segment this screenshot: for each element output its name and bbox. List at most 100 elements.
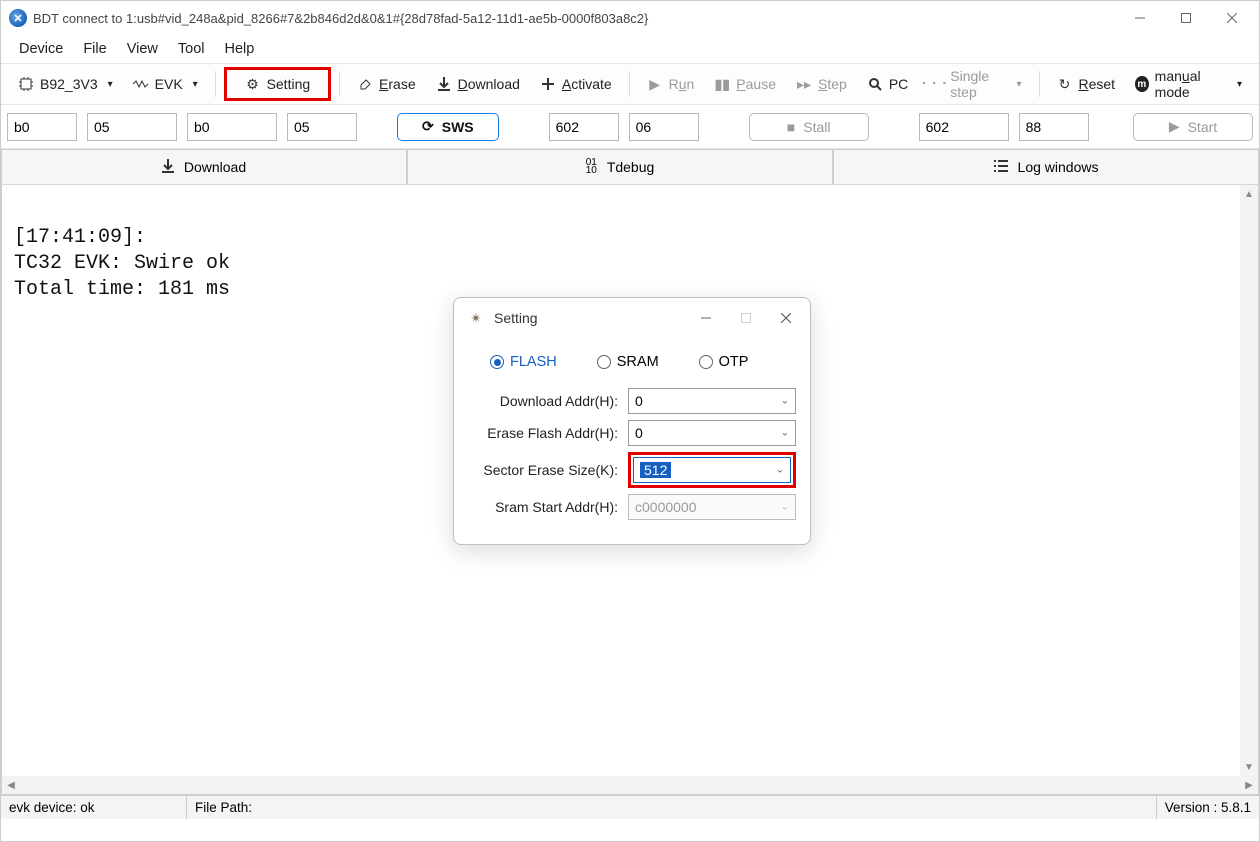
setting-label: Setting — [267, 76, 311, 92]
combo-download-addr[interactable]: 0⌄ — [628, 388, 796, 414]
dialog-maximize-button — [726, 303, 766, 333]
scroll-left-icon[interactable]: ◀ — [2, 776, 20, 794]
combo-sector-size[interactable]: 512⌄ — [633, 457, 791, 483]
highlight-box: 512⌄ — [628, 452, 796, 488]
radio-dot-icon — [699, 355, 713, 369]
scroll-up-icon[interactable]: ▲ — [1240, 185, 1258, 203]
radio-sram-label: SRAM — [617, 354, 659, 370]
chevron-down-icon: ▾ — [108, 79, 113, 90]
window-title: BDT connect to 1:usb#vid_248a&pid_8266#7… — [33, 11, 1117, 26]
download-button[interactable]: Download — [427, 71, 529, 97]
maximize-button[interactable] — [1163, 3, 1209, 33]
chevron-down-icon: ▾ — [1017, 79, 1022, 90]
tabs: Download 0110 Tdebug Log windows — [1, 149, 1259, 185]
menu-file[interactable]: File — [73, 37, 116, 61]
chip-select[interactable]: B92_3V3 ▾ — [9, 71, 122, 97]
reset-icon: ↻ — [1056, 76, 1072, 92]
dialog-close-button[interactable] — [766, 303, 806, 333]
separator — [339, 71, 340, 97]
label-sram-addr: Sram Start Addr(H): — [468, 499, 618, 515]
search-icon — [867, 76, 883, 92]
radio-flash[interactable]: FLASH — [490, 354, 557, 370]
activate-button[interactable]: Activate — [531, 71, 621, 97]
combo-erase-addr[interactable]: 0⌄ — [628, 420, 796, 446]
setting-dialog: ✴ Setting FLASH SRAM OTP Download Addr(H… — [453, 297, 811, 545]
minimize-button[interactable] — [1117, 3, 1163, 33]
close-button[interactable] — [1209, 3, 1255, 33]
input-h[interactable] — [1019, 113, 1089, 141]
separator — [1039, 71, 1040, 97]
input-c[interactable] — [187, 113, 277, 141]
list-icon — [994, 159, 1008, 175]
play-icon: ▶ — [1169, 118, 1180, 135]
download-icon — [436, 76, 452, 92]
radio-otp[interactable]: OTP — [699, 354, 749, 370]
tab-log[interactable]: Log windows — [833, 149, 1259, 184]
run-button[interactable]: ▶ Run — [638, 71, 704, 97]
dialog-minimize-button[interactable] — [686, 303, 726, 333]
pc-button[interactable]: PC — [858, 71, 917, 97]
horizontal-scrollbar[interactable]: ◀ ▶ — [2, 776, 1258, 794]
chevron-down-icon: ⌄ — [781, 502, 789, 513]
pc-label: PC — [889, 76, 908, 92]
manual-mode-select[interactable]: m manual mode ▾ — [1126, 63, 1251, 105]
separator — [215, 71, 216, 97]
chevron-down-icon: ⌄ — [781, 396, 789, 407]
gear-icon: ⚙ — [245, 76, 261, 92]
input-row: ⟳ SWS ■ Stall ▶ Start — [1, 105, 1259, 149]
manual-label: manual mode — [1155, 68, 1227, 100]
stall-label: Stall — [803, 119, 830, 135]
sws-button[interactable]: ⟳ SWS — [397, 113, 499, 141]
wave-icon — [133, 76, 149, 92]
radio-flash-label: FLASH — [510, 354, 557, 370]
radio-sram[interactable]: SRAM — [597, 354, 659, 370]
combo-value: c0000000 — [635, 499, 697, 515]
single-step-button[interactable]: ⠂⠂⠂ Single step ▾ — [919, 63, 1030, 105]
erase-icon — [357, 76, 373, 92]
dialog-body: FLASH SRAM OTP Download Addr(H): 0⌄ Eras… — [454, 338, 810, 544]
input-e[interactable] — [549, 113, 619, 141]
evk-select[interactable]: EVK ▾ — [124, 71, 207, 97]
input-b[interactable] — [87, 113, 177, 141]
scroll-right-icon[interactable]: ▶ — [1240, 776, 1258, 794]
label-erase-addr: Erase Flash Addr(H): — [468, 425, 618, 441]
play-icon: ▶ — [647, 76, 663, 92]
pause-icon: ▮▮ — [714, 76, 730, 92]
label-sector-size: Sector Erase Size(K): — [468, 462, 618, 478]
evk-label: EVK — [155, 76, 183, 92]
input-g[interactable] — [919, 113, 1009, 141]
tab-download[interactable]: Download — [1, 149, 407, 184]
menu-view[interactable]: View — [117, 37, 168, 61]
menu-device[interactable]: Device — [9, 37, 73, 61]
step-label: Step — [818, 76, 847, 92]
erase-button[interactable]: Erase — [348, 71, 425, 97]
row-sector-size: Sector Erase Size(K): 512⌄ — [468, 452, 796, 488]
pause-button[interactable]: ▮▮ Pause — [705, 71, 785, 97]
scroll-down-icon[interactable]: ▼ — [1240, 758, 1258, 776]
reset-label: Reset — [1078, 76, 1115, 92]
step-button[interactable]: ▸▸ Step — [787, 71, 856, 97]
tab-tdebug[interactable]: 0110 Tdebug — [407, 149, 833, 184]
stop-icon: ■ — [787, 119, 795, 135]
tab-download-label: Download — [184, 159, 246, 175]
input-d[interactable] — [287, 113, 357, 141]
erase-label: Erase — [379, 76, 416, 92]
status-device: evk device: ok — [1, 796, 187, 819]
vertical-scrollbar[interactable]: ▲ ▼ — [1240, 185, 1258, 776]
reset-button[interactable]: ↻ Reset — [1047, 71, 1124, 97]
chevron-down-icon: ⌄ — [781, 428, 789, 439]
menu-tool[interactable]: Tool — [168, 37, 215, 61]
setting-button[interactable]: ⚙ Setting — [224, 67, 332, 101]
status-version: Version : 5.8.1 — [1157, 796, 1259, 819]
tab-tdebug-label: Tdebug — [607, 159, 654, 175]
chevron-down-icon: ▾ — [1237, 79, 1242, 90]
start-button[interactable]: ▶ Start — [1133, 113, 1253, 141]
combo-value: 512 — [640, 462, 671, 478]
stall-button[interactable]: ■ Stall — [749, 113, 869, 141]
separator — [629, 71, 630, 97]
input-a[interactable] — [7, 113, 77, 141]
activate-label: Activate — [562, 76, 612, 92]
input-f[interactable] — [629, 113, 699, 141]
plus-icon — [540, 76, 556, 92]
menu-help[interactable]: Help — [214, 37, 264, 61]
